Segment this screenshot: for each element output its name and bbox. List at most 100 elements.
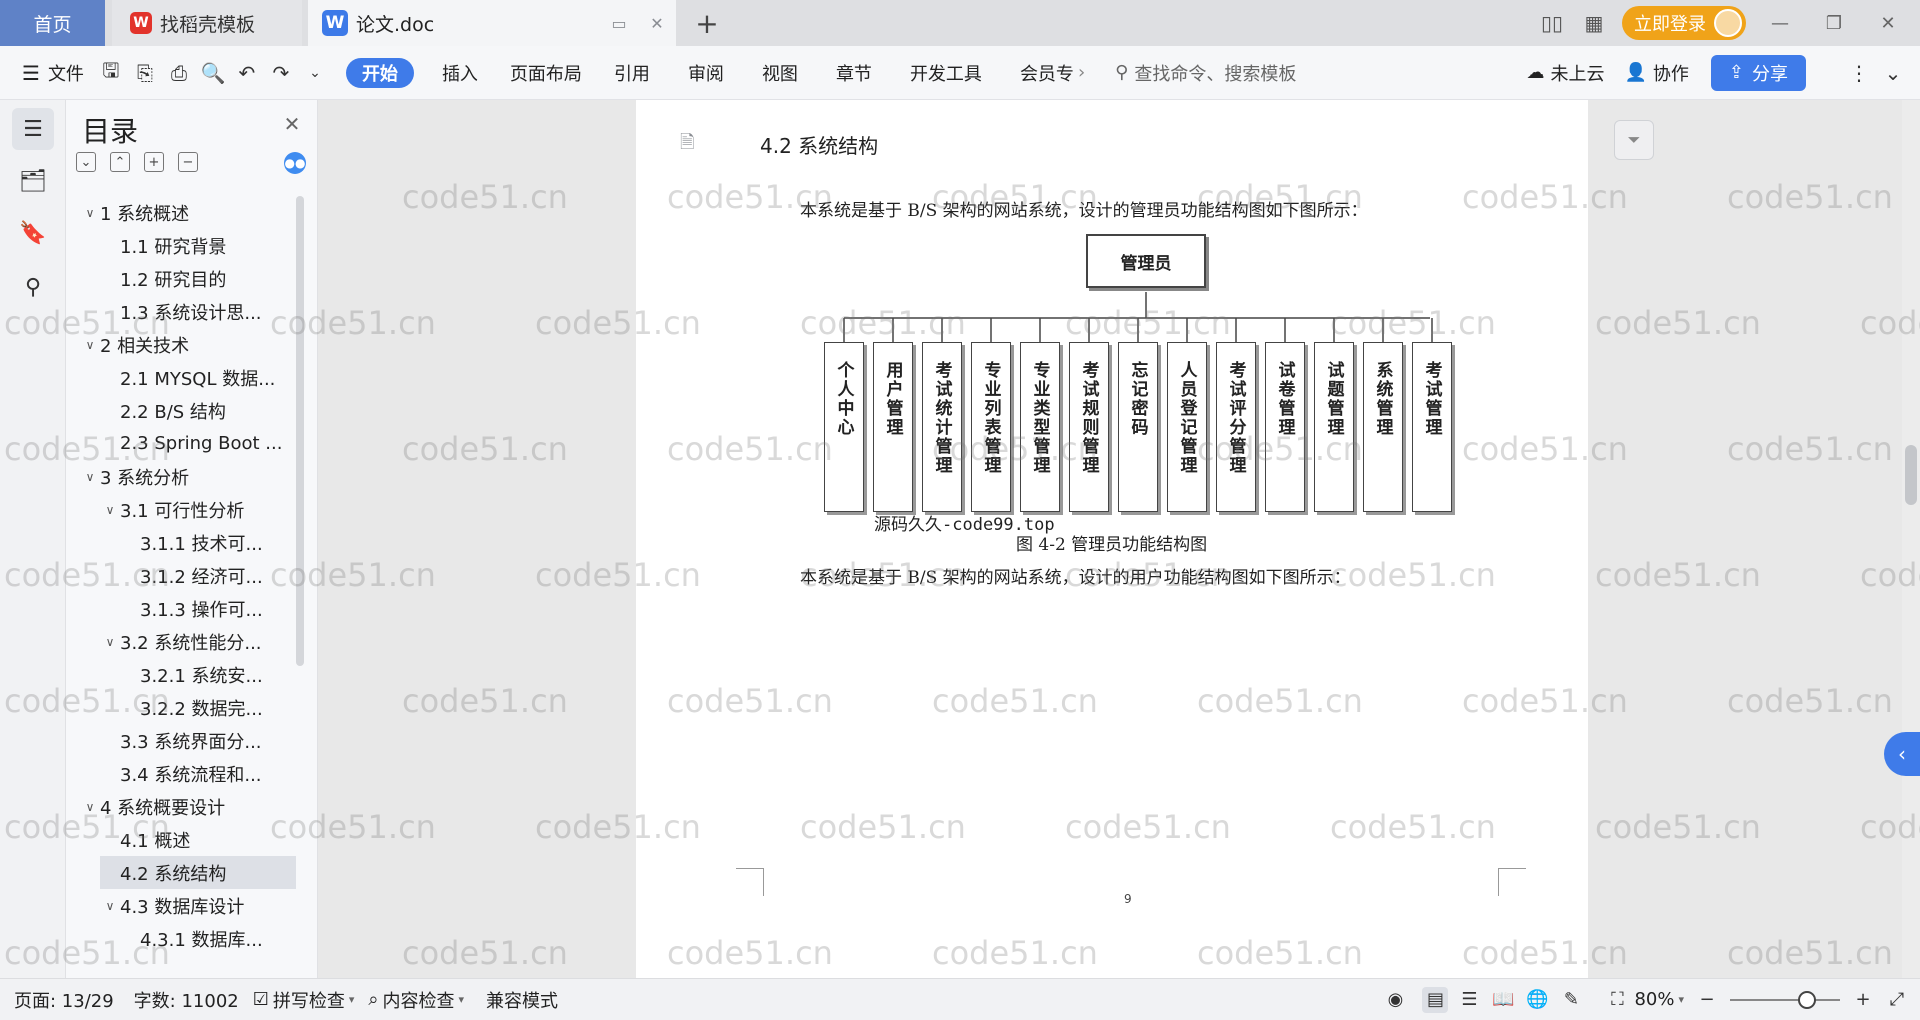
bookmark-icon[interactable]: 🔖 — [12, 212, 54, 254]
login-button[interactable]: 立即登录 — [1622, 6, 1746, 40]
toc-item[interactable]: 3.2.2 数据完... — [66, 691, 306, 724]
cloud-status[interactable]: ☁ 未上云 — [1516, 56, 1614, 90]
toc-panel-icon[interactable]: ☰ — [12, 108, 54, 150]
tab-docer-templates[interactable]: W 找稻壳模板 — [112, 0, 302, 46]
export-pdf-icon[interactable]: ⎘ — [128, 56, 162, 90]
more-tabs-icon[interactable]: › — [1078, 62, 1085, 83]
save-icon[interactable]: 🖫 — [94, 56, 128, 90]
find-icon[interactable]: ⚲ — [12, 266, 54, 308]
add-heading-icon[interactable]: + — [144, 152, 164, 172]
tab-document[interactable]: W 论文.doc ▭ ✕ — [308, 0, 676, 46]
toc-item[interactable]: ∨ 4 系统概要设计 — [66, 790, 306, 823]
toc-item[interactable]: 1.1 研究背景 — [66, 229, 306, 262]
ribbon-tab-view[interactable]: 视图 — [752, 56, 808, 90]
toc-item[interactable]: 3.3 系统界面分... — [66, 724, 306, 757]
chevron-down-icon[interactable]: ∨ — [80, 800, 100, 814]
ribbon-tab-layout[interactable]: 页面布局 — [500, 56, 592, 90]
toc-item[interactable]: 3.1.3 操作可... — [66, 592, 306, 625]
spell-check[interactable]: ☑ 拼写检查 ▾ — [253, 987, 355, 1013]
ribbon-tab-review[interactable]: 审阅 — [678, 56, 734, 90]
chevron-down-icon[interactable]: ∨ — [80, 470, 100, 484]
ribbon-tab-home[interactable]: 开始 — [345, 57, 414, 88]
print-icon[interactable]: ⎙ — [162, 56, 196, 90]
toc-item[interactable]: 2.1 MYSQL 数据... — [66, 361, 306, 394]
command-search[interactable]: ⚲ 查找命令、搜索模板 — [1115, 60, 1296, 86]
undo-icon[interactable]: ↶ — [230, 56, 264, 90]
chevron-down-icon[interactable]: ∨ — [80, 338, 100, 352]
toc-scrollbar[interactable] — [296, 196, 304, 666]
toc-item[interactable]: 3.2.1 系统安... — [66, 658, 306, 691]
toc-item[interactable]: ∨ 3.1 可行性分析 — [66, 493, 306, 526]
reading-mode-icon[interactable]: ▯▯ — [1538, 9, 1566, 37]
zoom-in-icon[interactable]: + — [1850, 987, 1876, 1013]
chevron-down-icon[interactable]: ∨ — [80, 206, 100, 220]
chevron-down-icon[interactable]: ∨ — [100, 635, 120, 649]
page-view-icon[interactable]: ▤ — [1422, 986, 1449, 1013]
tab-home[interactable]: 首页 — [0, 0, 105, 46]
ribbon-tab-insert[interactable]: 插入 — [432, 56, 488, 90]
navigation-panel-icon[interactable]: 🗂 — [12, 160, 54, 202]
expand-all-icon[interactable]: ⌄ — [76, 152, 96, 172]
toc-item-label: 2.2 B/S 结构 — [120, 401, 226, 423]
ribbon-tab-section[interactable]: 章节 — [826, 56, 882, 90]
toc-item[interactable]: ∨ 4.3 数据库设计 — [66, 889, 306, 922]
reading-view-icon[interactable]: 📖 — [1490, 987, 1516, 1013]
close-icon[interactable]: ✕ — [280, 112, 304, 136]
toc-item[interactable]: 3.1.2 经济可... — [66, 559, 306, 592]
vertical-scrollbar[interactable] — [1902, 100, 1920, 978]
quick-access-dropdown-icon[interactable]: ⌄ — [298, 56, 332, 90]
page-indicator[interactable]: 页面: 13/29 — [14, 987, 114, 1013]
chevron-down-icon[interactable]: ∨ — [100, 503, 120, 517]
collaborate-button[interactable]: 👤 协作 — [1614, 56, 1698, 90]
screen-icon[interactable]: ▭ — [608, 12, 630, 34]
toc-item[interactable]: ∨ 3 系统分析 — [66, 460, 306, 493]
toc-item[interactable]: ∨ 2 相关技术 — [66, 328, 306, 361]
toc-item[interactable]: 3.4 系统流程和... — [66, 757, 306, 790]
ribbon-tab-developer[interactable]: 开发工具 — [900, 56, 992, 90]
close-window-icon[interactable]: ✕ — [1868, 3, 1908, 43]
fullscreen-icon[interactable]: ⤢ — [1884, 987, 1910, 1013]
content-check[interactable]: ⌕ 内容检查 ▾ — [368, 987, 464, 1013]
side-panel-toggle[interactable]: ‹ — [1884, 732, 1920, 776]
ribbon-tab-member[interactable]: 会员专 › — [1010, 56, 1095, 90]
share-button[interactable]: ⇪ 分享 — [1710, 54, 1806, 91]
toc-item[interactable]: 1.2 研究目的 — [66, 262, 306, 295]
ribbon-tab-references[interactable]: 引用 — [604, 56, 660, 90]
redo-icon[interactable]: ↷ — [264, 56, 298, 90]
toc-item[interactable]: 3.1.1 技术可... — [66, 526, 306, 559]
minimize-icon[interactable]: — — [1760, 3, 1800, 43]
close-tab-icon[interactable]: ✕ — [646, 12, 668, 34]
toc-item[interactable]: 2.3 Spring Boot ... — [66, 427, 306, 460]
apps-grid-icon[interactable]: ▦ — [1580, 9, 1608, 37]
scrollbar-thumb[interactable] — [1905, 445, 1917, 505]
ai-assistant-icon[interactable]: ●● — [284, 152, 306, 174]
toc-item[interactable]: ∨ 1 系统概述 — [66, 196, 306, 229]
zoom-slider-knob[interactable] — [1798, 990, 1816, 1009]
toc-item[interactable]: 4.1 概述 — [66, 823, 306, 856]
toc-item[interactable]: 4.3.1 数据库... — [66, 922, 306, 955]
chevron-down-icon[interactable]: ∨ — [100, 899, 120, 913]
restore-icon[interactable]: ❐ — [1814, 3, 1854, 43]
web-view-icon[interactable]: 🌐 — [1524, 987, 1550, 1013]
toc-item[interactable]: 1.3 系统设计思... — [66, 295, 306, 328]
new-tab-button[interactable]: + — [690, 6, 724, 40]
document-outline-icon[interactable]: 🗎 — [680, 130, 702, 153]
remove-heading-icon[interactable]: − — [178, 152, 198, 172]
print-preview-icon[interactable]: 🔍 — [196, 56, 230, 90]
toc-item[interactable]: ∨ 3.2 系统性能分... — [66, 625, 306, 658]
zoom-level[interactable]: 80% ▾ — [1634, 989, 1684, 1010]
toc-item[interactable]: 4.2 系统结构 — [100, 856, 296, 889]
zoom-out-icon[interactable]: − — [1694, 987, 1720, 1013]
fit-page-icon[interactable]: ⛶ — [1604, 987, 1630, 1013]
toc-item[interactable]: 2.2 B/S 结构 — [66, 394, 306, 427]
write-view-icon[interactable]: ✎ — [1558, 987, 1584, 1013]
zoom-slider[interactable] — [1730, 990, 1840, 1009]
collapse-ribbon-icon[interactable]: ⌄ — [1876, 56, 1910, 90]
page-tool-icon[interactable]: ⏷ — [1614, 120, 1654, 160]
eye-protection-icon[interactable]: ◉ — [1382, 987, 1408, 1013]
more-options-icon[interactable]: ⋮ — [1842, 56, 1876, 90]
file-menu[interactable]: ☰ 文件 — [12, 56, 94, 90]
word-count[interactable]: 字数: 11002 — [134, 987, 239, 1013]
collapse-all-icon[interactable]: ⌃ — [110, 152, 130, 172]
outline-view-icon[interactable]: ☰ — [1456, 987, 1482, 1013]
